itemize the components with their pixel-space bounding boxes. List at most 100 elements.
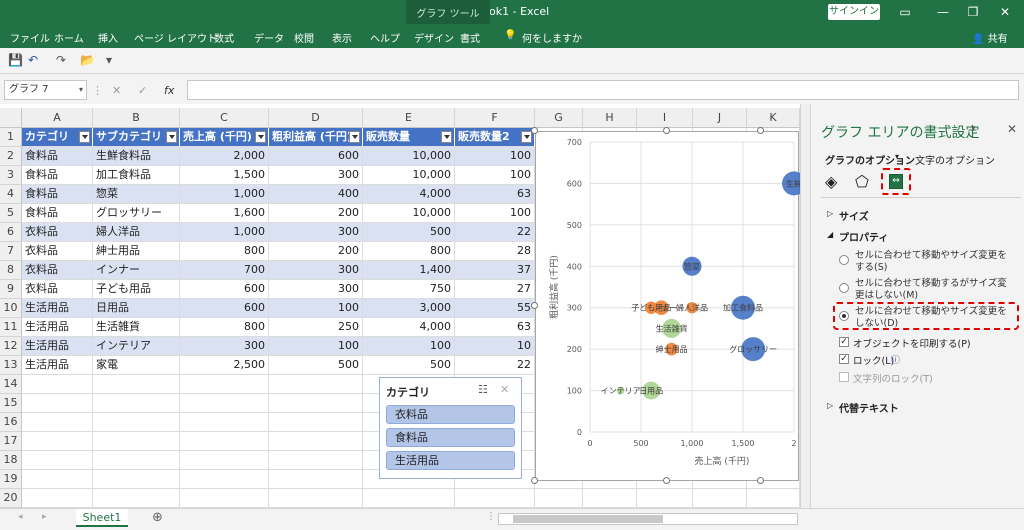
table-cell[interactable]: 400 — [269, 185, 363, 204]
table-cell[interactable]: 1,500 — [180, 166, 269, 185]
empty-cell[interactable] — [22, 489, 93, 508]
row-header[interactable]: 10 — [0, 299, 22, 318]
table-cell[interactable]: インテリア — [93, 337, 180, 356]
empty-cell[interactable] — [180, 375, 269, 394]
column-header-g[interactable]: G — [535, 108, 583, 128]
column-header-a[interactable]: A — [22, 108, 93, 128]
empty-cell[interactable] — [180, 489, 269, 508]
table-cell[interactable]: 4,000 — [363, 185, 455, 204]
slicer-item[interactable]: 衣料品 — [386, 405, 515, 424]
table-cell[interactable]: 300 — [269, 166, 363, 185]
customize-qat-icon[interactable]: ▾ — [106, 53, 112, 67]
save-icon[interactable]: 💾 — [8, 53, 23, 67]
empty-cell[interactable] — [93, 394, 180, 413]
table-cell[interactable]: 100 — [455, 166, 535, 185]
radio-move-and-size[interactable] — [839, 255, 849, 265]
table-cell[interactable]: 100 — [455, 147, 535, 166]
row-header[interactable]: 5 — [0, 204, 22, 223]
row-header[interactable]: 17 — [0, 432, 22, 451]
insert-function-icon[interactable]: fx — [164, 84, 174, 97]
row-header[interactable]: 2 — [0, 147, 22, 166]
section-alt-text[interactable]: 代替テキスト — [839, 400, 899, 415]
category-slicer[interactable]: カテゴリ ☷ ✕ 衣料品 食料品 生活用品 — [379, 377, 522, 479]
row-header[interactable]: 9 — [0, 280, 22, 299]
table-cell[interactable]: 紳士用品 — [93, 242, 180, 261]
row-header[interactable]: 1 — [0, 128, 22, 147]
table-cell[interactable]: 生活用品 — [22, 299, 93, 318]
table-cell[interactable]: 2,000 — [180, 147, 269, 166]
column-header-f[interactable]: F — [455, 108, 535, 128]
table-cell[interactable]: 600 — [180, 280, 269, 299]
multi-select-icon[interactable]: ☷ — [478, 383, 488, 396]
filter-dropdown-icon[interactable] — [166, 131, 177, 143]
table-cell[interactable]: 300 — [269, 223, 363, 242]
table-cell[interactable]: 300 — [180, 337, 269, 356]
table-cell[interactable]: 1,000 — [180, 223, 269, 242]
empty-cell[interactable] — [22, 451, 93, 470]
table-cell[interactable]: 食料品 — [22, 147, 93, 166]
table-cell[interactable]: 100 — [269, 299, 363, 318]
name-box[interactable]: グラフ 7 ▾ — [4, 80, 87, 100]
column-header-j[interactable]: J — [693, 108, 747, 128]
scroll-left-icon[interactable]: ◂ — [18, 512, 23, 522]
resize-handle[interactable] — [531, 477, 538, 484]
table-cell[interactable]: 衣料品 — [22, 261, 93, 280]
row-header[interactable]: 18 — [0, 451, 22, 470]
table-cell[interactable]: 衣料品 — [22, 223, 93, 242]
tab-design[interactable]: デザイン — [414, 30, 454, 45]
empty-cell[interactable] — [22, 470, 93, 489]
column-header-h[interactable]: H — [583, 108, 637, 128]
empty-cell[interactable] — [269, 394, 363, 413]
tab-help[interactable]: ヘルプ — [370, 30, 400, 45]
table-cell[interactable]: 63 — [455, 185, 535, 204]
table-cell[interactable]: 800 — [180, 318, 269, 337]
empty-cell[interactable] — [455, 489, 535, 508]
empty-cell[interactable] — [269, 413, 363, 432]
redo-icon[interactable]: ↷ — [56, 53, 66, 67]
table-cell[interactable]: 家電 — [93, 356, 180, 375]
column-header-c[interactable]: C — [180, 108, 269, 128]
tab-text-options[interactable]: 文字のオプション — [915, 152, 995, 167]
tell-me-search[interactable]: 何をしますか — [522, 30, 582, 45]
table-cell[interactable]: 衣料品 — [22, 280, 93, 299]
row-header[interactable]: 12 — [0, 337, 22, 356]
table-cell[interactable]: 250 — [269, 318, 363, 337]
resize-handle[interactable] — [663, 127, 670, 134]
table-cell[interactable]: 22 — [455, 356, 535, 375]
table-cell[interactable]: 22 — [455, 223, 535, 242]
empty-cell[interactable] — [180, 394, 269, 413]
table-cell[interactable]: 700 — [180, 261, 269, 280]
row-header[interactable]: 7 — [0, 242, 22, 261]
table-cell[interactable]: 3,000 — [363, 299, 455, 318]
table-cell[interactable]: 4,000 — [363, 318, 455, 337]
empty-cell[interactable] — [180, 413, 269, 432]
empty-cell[interactable] — [22, 375, 93, 394]
tab-page-layout[interactable]: ページ レイアウト — [134, 30, 217, 45]
section-size[interactable]: サイズ — [839, 208, 869, 223]
empty-cell[interactable] — [22, 394, 93, 413]
print-object-checkbox[interactable]: ✓ — [839, 337, 849, 347]
minimize-icon[interactable]: — — [932, 2, 954, 22]
row-header[interactable]: 16 — [0, 413, 22, 432]
add-sheet-icon[interactable]: ⊕ — [152, 510, 163, 525]
row-header[interactable]: 19 — [0, 470, 22, 489]
empty-cell[interactable] — [22, 432, 93, 451]
filter-dropdown-icon[interactable] — [441, 131, 452, 143]
restore-icon[interactable]: ❐ — [962, 2, 984, 22]
empty-cell[interactable] — [93, 470, 180, 489]
enter-icon[interactable]: ✓ — [138, 84, 147, 97]
table-cell[interactable]: 100 — [363, 337, 455, 356]
empty-cell[interactable] — [269, 489, 363, 508]
row-header[interactable]: 6 — [0, 223, 22, 242]
table-cell[interactable]: 37 — [455, 261, 535, 280]
table-cell[interactable]: 600 — [269, 147, 363, 166]
table-cell[interactable]: 300 — [269, 280, 363, 299]
row-header[interactable]: 4 — [0, 185, 22, 204]
table-cell[interactable]: 10 — [455, 337, 535, 356]
pane-options-icon[interactable]: ▾ — [971, 124, 976, 134]
horizontal-scrollbar[interactable] — [498, 513, 798, 525]
table-cell[interactable]: 10,000 — [363, 204, 455, 223]
chevron-down-icon[interactable]: ▾ — [79, 81, 83, 99]
fill-line-icon[interactable]: ◈ — [825, 172, 837, 191]
table-cell[interactable]: 生活用品 — [22, 318, 93, 337]
